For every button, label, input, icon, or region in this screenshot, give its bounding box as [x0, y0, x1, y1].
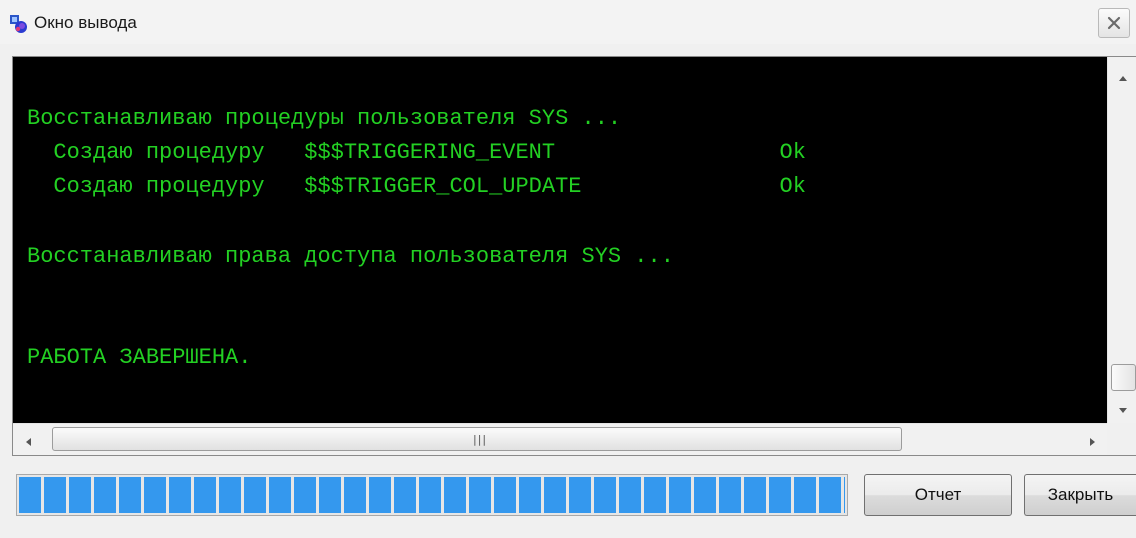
output-window: Окно вывода Восстанавливаю процедуры пол…	[0, 0, 1136, 538]
title-bar[interactable]: Окно вывода	[0, 0, 1136, 44]
console-line: Создаю процедуру $$$TRIGGERING_EVENT Ok	[27, 140, 806, 165]
app-window-icon	[9, 14, 29, 34]
triangle-up-icon[interactable]	[1118, 69, 1128, 87]
vertical-scrollbar[interactable]	[1107, 57, 1136, 423]
window-close-button[interactable]	[1098, 8, 1130, 38]
horizontal-scroll-thumb[interactable]: |||	[52, 427, 902, 451]
window-title: Окно вывода	[34, 13, 137, 32]
triangle-right-icon[interactable]	[1089, 434, 1096, 452]
close-button[interactable]: Закрыть	[1024, 474, 1136, 516]
grip-icon: |||	[473, 433, 488, 446]
console-line: Создаю процедуру $$$TRIGGER_COL_UPDATE O…	[27, 174, 806, 199]
progress-bar	[16, 474, 848, 516]
console-line: Восстанавливаю процедуры пользователя SY…	[27, 106, 622, 131]
horizontal-scrollbar[interactable]: |||	[13, 423, 1107, 455]
output-console[interactable]: Восстанавливаю процедуры пользователя SY…	[13, 57, 1107, 423]
scrollbar-corner	[1107, 423, 1136, 455]
triangle-left-icon[interactable]	[25, 434, 32, 452]
report-button[interactable]: Отчет	[864, 474, 1012, 516]
progress-fill	[19, 477, 845, 513]
vertical-scroll-thumb[interactable]	[1111, 364, 1136, 391]
console-line: РАБОТА ЗАВЕРШЕНА.	[27, 345, 252, 370]
triangle-down-icon[interactable]	[1118, 401, 1128, 419]
console-line: Восстанавливаю права доступа пользовател…	[27, 244, 674, 269]
